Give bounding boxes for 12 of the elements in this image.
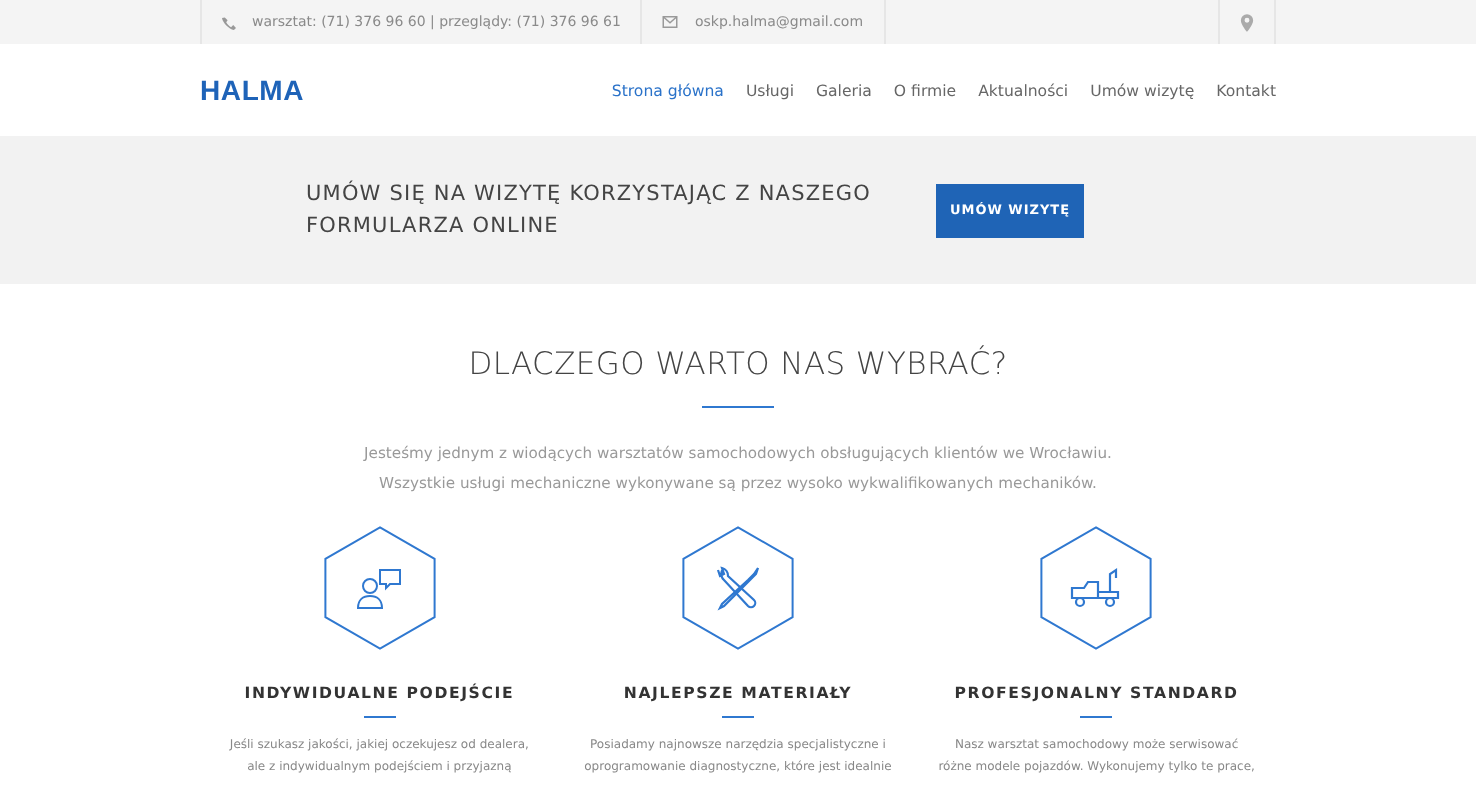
banner-text: UMÓW SIĘ NA WIZYTĘ KORZYSTAJĄC Z NASZEGO FORMULARZA ONLINE <box>306 178 873 242</box>
map-pin-icon[interactable] <box>1240 13 1254 31</box>
hexagon-frame <box>1040 526 1153 650</box>
logo[interactable]: HALMA <box>200 74 305 106</box>
phone-icon <box>222 15 236 29</box>
wrench-screwdriver-icon <box>713 564 762 612</box>
envelope-icon <box>662 16 679 28</box>
person-speech-bubble-icon <box>355 564 404 612</box>
hexagon-frame <box>323 526 436 650</box>
tow-truck-icon <box>1070 566 1123 610</box>
section-title: DLACZEGO WARTO NAS WYBRAĆ? <box>466 346 1010 382</box>
hexagon-frame <box>681 526 794 650</box>
